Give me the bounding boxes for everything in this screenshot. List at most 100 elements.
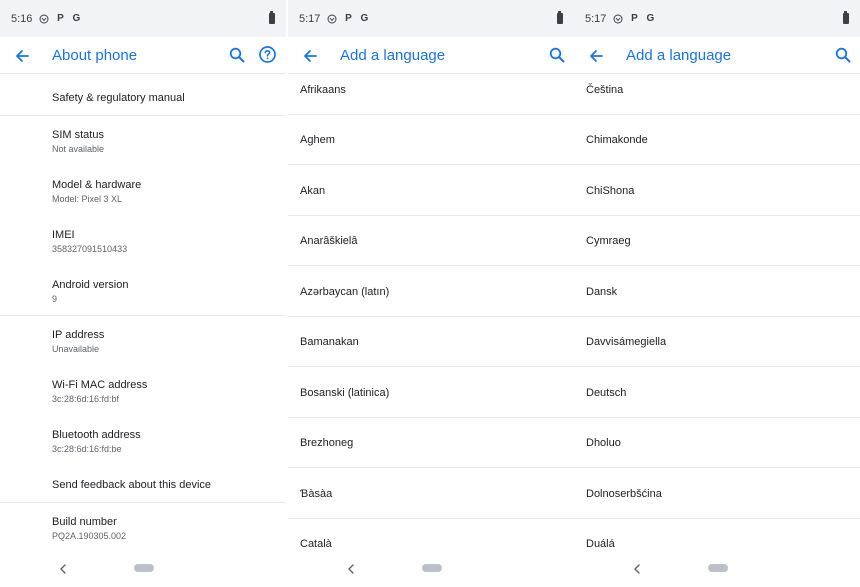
language-label: Dolnoserbšćina [586, 488, 662, 500]
app-bar: Add a language [288, 37, 574, 74]
status-bar: 5:16 P G [0, 0, 286, 37]
list-item-send-feedback[interactable]: Send feedback about this device [52, 478, 286, 492]
language-label: Cymraeg [586, 235, 631, 247]
list-item-subtitle: 3c:28:6d:16:fd:bf [52, 394, 120, 404]
app-bar: About phone [0, 37, 286, 74]
help-icon[interactable] [258, 45, 277, 64]
nav-back-icon[interactable] [58, 562, 68, 574]
list-item-safety-manual[interactable]: Safety & regulatory manual [52, 91, 286, 105]
list-item-title: Bluetooth address [52, 429, 141, 441]
list-item-title: Android version [52, 279, 129, 291]
language-item[interactable]: Dholuo [574, 418, 860, 468]
language-label: Dansk [586, 286, 618, 298]
back-arrow-icon[interactable] [12, 46, 32, 66]
back-arrow-icon[interactable] [586, 46, 606, 66]
language-item[interactable]: Aghem [288, 115, 574, 165]
list-item-subtitle: 3c:28:6d:16:fd:be [52, 444, 122, 454]
status-icons: P G [327, 13, 369, 24]
vpn-icon [327, 14, 337, 24]
list-item-title: SIM status [52, 129, 104, 141]
list-item-android-version[interactable]: Android version 9 [52, 278, 286, 305]
p-icon: P [57, 13, 64, 24]
list-item-sim-status[interactable]: SIM status Not available [52, 128, 286, 155]
page-title: Add a language [626, 47, 732, 64]
add-language-screen-1: 5:17 P G Add a language Afrikaans Aghem … [288, 0, 574, 587]
language-label: Anarâškielâ [300, 235, 358, 247]
language-item[interactable]: Bosanski (latinica) [288, 368, 574, 418]
language-item[interactable]: Català [288, 519, 574, 550]
list-item-imei[interactable]: IMEI 358327091510433 [52, 228, 286, 255]
language-label: Davvisámegiella [586, 336, 667, 348]
search-icon[interactable] [548, 46, 566, 64]
language-item[interactable]: Duálá [574, 519, 860, 550]
list-item-subtitle: 358327091510433 [52, 244, 128, 254]
language-item[interactable]: Chimakonde [574, 115, 860, 165]
language-label: Akan [300, 185, 326, 197]
vpn-icon [613, 14, 623, 24]
list-item-title: IMEI [52, 229, 75, 241]
language-label: ChiShona [586, 185, 635, 197]
status-time: 5:17 [299, 12, 321, 25]
list-item-build-number[interactable]: Build number PQ2A.190305.002 [52, 515, 286, 542]
language-item[interactable]: Dolnoserbšćina [574, 469, 860, 519]
language-label: Čeština [586, 84, 624, 96]
language-item[interactable]: Davvisámegiella [574, 317, 860, 367]
list-item-title: Send feedback about this device [52, 479, 212, 491]
language-item[interactable]: Azərbaycan (latın) [288, 267, 574, 317]
search-icon[interactable] [834, 46, 852, 64]
list-item-wifi-mac[interactable]: Wi-Fi MAC address 3c:28:6d:16:fd:bf [52, 378, 286, 405]
battery-icon [557, 11, 563, 24]
divider [0, 502, 286, 503]
divider [0, 115, 286, 116]
status-bar: 5:17 P G [574, 0, 860, 37]
language-label: Bamanakan [300, 336, 359, 348]
add-language-screen-2: 5:17 P G Add a language Čeština Chimakon… [574, 0, 860, 587]
list-item-title: Model & hardware [52, 179, 142, 191]
nav-home-pill[interactable] [708, 564, 728, 572]
language-label: Aghem [300, 134, 335, 146]
language-label: Duálá [586, 538, 615, 550]
language-item[interactable]: Dansk [574, 267, 860, 317]
list-item-subtitle: Model: Pixel 3 XL [52, 194, 123, 204]
language-label: Bosanski (latinica) [300, 387, 390, 399]
language-item[interactable]: Čeština [574, 74, 860, 115]
p-icon: P [345, 13, 352, 24]
list-item-model-hardware[interactable]: Model & hardware Model: Pixel 3 XL [52, 178, 286, 205]
list-item-title: IP address [52, 329, 105, 341]
search-icon[interactable] [228, 46, 246, 64]
language-item[interactable]: Akan [288, 166, 574, 216]
language-item[interactable]: Ɓàsàa [288, 469, 574, 519]
nav-back-icon[interactable] [632, 562, 642, 574]
page-title: About phone [52, 47, 138, 64]
language-item[interactable]: Brezhoneg [288, 418, 574, 468]
screens-container: 5:16 P G About phone Safety & regulatory… [0, 0, 860, 587]
list-item-bluetooth-address[interactable]: Bluetooth address 3c:28:6d:16:fd:be [52, 428, 286, 455]
status-bar: 5:17 P G [288, 0, 574, 37]
list-item-title: Wi-Fi MAC address [52, 379, 148, 391]
language-label: Afrikaans [300, 84, 346, 96]
list-item-subtitle: Unavailable [52, 344, 100, 354]
list-item-title: Build number [52, 516, 117, 528]
battery-icon [843, 11, 849, 24]
language-item[interactable]: Afrikaans [288, 74, 574, 115]
list-item-ip-address[interactable]: IP address Unavailable [52, 328, 286, 355]
nav-home-pill[interactable] [422, 564, 442, 572]
app-bar: Add a language [574, 37, 860, 74]
language-item[interactable]: ChiShona [574, 166, 860, 216]
g-icon: G [72, 13, 81, 24]
status-time: 5:17 [585, 12, 607, 25]
battery-icon [269, 11, 275, 24]
list-item-subtitle: Not available [52, 144, 105, 154]
list-item-subtitle: PQ2A.190305.002 [52, 531, 127, 541]
language-item[interactable]: Deutsch [574, 368, 860, 418]
language-item[interactable]: Anarâškielâ [288, 216, 574, 266]
language-item[interactable]: Cymraeg [574, 216, 860, 266]
nav-home-pill[interactable] [134, 564, 154, 572]
nav-back-icon[interactable] [346, 562, 356, 574]
status-icons: P G [613, 13, 655, 24]
language-label: Dholuo [586, 437, 621, 449]
back-arrow-icon[interactable] [300, 46, 320, 66]
language-item[interactable]: Bamanakan [288, 317, 574, 367]
language-label: Brezhoneg [300, 437, 354, 449]
language-label: Deutsch [586, 387, 627, 399]
